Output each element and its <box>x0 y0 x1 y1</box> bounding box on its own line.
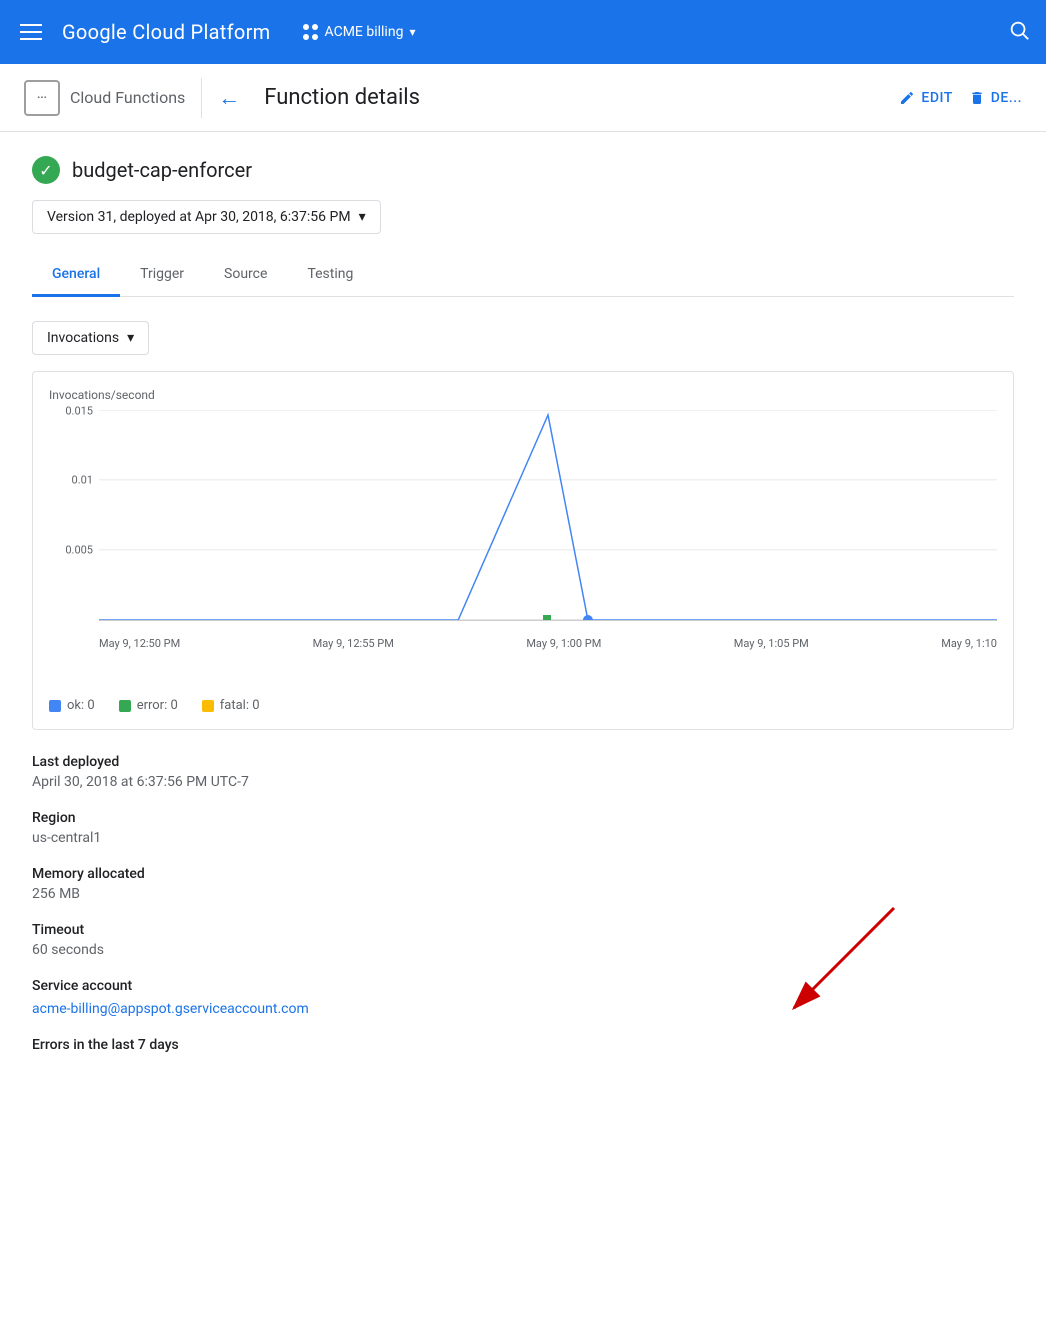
legend-ok-color <box>49 700 61 712</box>
chart-svg <box>99 410 997 620</box>
version-dropdown[interactable]: Version 31, deployed at Apr 30, 2018, 6:… <box>32 200 381 234</box>
delete-button[interactable]: DE... <box>969 90 1022 106</box>
function-header: ✓ budget-cap-enforcer <box>32 156 1014 184</box>
region-item: Region us-central1 <box>32 810 1014 846</box>
page-title: Function details <box>264 85 420 110</box>
service-account-item: Service account acme-billing@appspot.gse… <box>32 978 1014 1017</box>
top-nav: Google Cloud Platform ACME billing ▾ <box>0 0 1046 64</box>
function-name: budget-cap-enforcer <box>72 158 252 182</box>
x-label-1255: May 9, 12:55 PM <box>313 637 394 650</box>
sub-header: ··· Cloud Functions ← Function details E… <box>0 64 1046 132</box>
tab-general[interactable]: General <box>32 254 120 297</box>
billing-dots-icon <box>303 24 319 40</box>
tab-testing[interactable]: Testing <box>287 254 373 297</box>
x-label-110: May 9, 1:10 <box>941 637 997 650</box>
search-icon[interactable] <box>1008 19 1030 46</box>
last-deployed-value: April 30, 2018 at 6:37:56 PM UTC-7 <box>32 774 1014 790</box>
cloud-functions-icon: ··· <box>24 80 60 116</box>
timeout-label: Timeout <box>32 922 1014 938</box>
legend-error-color <box>119 700 131 712</box>
last-deployed-label: Last deployed <box>32 754 1014 770</box>
chart-area: 0.015 0.01 0.005 <box>49 410 997 650</box>
version-chevron-icon: ▾ <box>359 209 366 225</box>
billing-name: ACME billing <box>325 24 404 40</box>
memory-label: Memory allocated <box>32 866 1014 882</box>
legend-fatal: fatal: 0 <box>202 698 260 713</box>
legend-fatal-label: fatal: 0 <box>220 698 260 713</box>
tab-source[interactable]: Source <box>204 254 287 297</box>
x-label-100: May 9, 1:00 PM <box>526 637 601 650</box>
edit-button[interactable]: EDIT <box>899 90 952 106</box>
edit-icon <box>899 90 915 106</box>
delete-icon <box>969 90 985 106</box>
legend-ok: ok: 0 <box>49 698 95 713</box>
delete-label: DE... <box>991 90 1022 106</box>
chart-legend: ok: 0 error: 0 fatal: 0 <box>49 690 997 713</box>
region-value: us-central1 <box>32 830 1014 846</box>
errors-item: Errors in the last 7 days <box>32 1037 1014 1053</box>
billing-selector[interactable]: ACME billing ▾ <box>303 24 416 40</box>
y-label-010: 0.01 <box>72 474 93 487</box>
info-section: Last deployed April 30, 2018 at 6:37:56 … <box>32 754 1014 1053</box>
legend-fatal-color <box>202 700 214 712</box>
invocations-chevron-icon: ▾ <box>127 330 134 346</box>
memory-item: Memory allocated 256 MB <box>32 866 1014 902</box>
invocations-dropdown[interactable]: Invocations ▾ <box>32 321 149 355</box>
legend-error-label: error: 0 <box>137 698 178 713</box>
tab-trigger[interactable]: Trigger <box>120 254 204 297</box>
timeout-value: 60 seconds <box>32 942 1014 958</box>
main-content: ✓ budget-cap-enforcer Version 31, deploy… <box>0 132 1046 1331</box>
y-label-005: 0.005 <box>65 543 93 556</box>
last-deployed-item: Last deployed April 30, 2018 at 6:37:56 … <box>32 754 1014 790</box>
version-label: Version 31, deployed at Apr 30, 2018, 6:… <box>47 209 351 225</box>
brand-area: ··· Cloud Functions <box>24 80 185 116</box>
red-arrow-svg <box>714 898 934 1028</box>
tabs-bar: General Trigger Source Testing <box>32 254 1014 297</box>
memory-value: 256 MB <box>32 886 1014 902</box>
legend-ok-label: ok: 0 <box>67 698 95 713</box>
errors-label: Errors in the last 7 days <box>32 1037 1014 1053</box>
back-button[interactable]: ← <box>218 85 240 111</box>
brand-name: Cloud Functions <box>70 88 185 107</box>
annotation-arrow <box>714 898 934 1032</box>
brand-icon-text: ··· <box>37 91 47 104</box>
service-account-label: Service account <box>32 978 1014 994</box>
app-title: Google Cloud Platform <box>62 20 271 44</box>
menu-icon[interactable] <box>16 20 46 44</box>
timeout-item: Timeout 60 seconds <box>32 922 1014 958</box>
chart-y-axis-label: Invocations/second <box>49 388 997 402</box>
x-label-105: May 9, 1:05 PM <box>734 637 809 650</box>
y-label-015: 0.015 <box>65 405 93 418</box>
chevron-down-icon: ▾ <box>409 25 415 39</box>
x-label-1250: May 9, 12:50 PM <box>99 637 180 650</box>
chart-container: Invocations/second 0.015 0.01 0.005 <box>32 371 1014 730</box>
header-actions: EDIT DE... <box>899 90 1022 106</box>
header-divider <box>201 78 202 118</box>
legend-error: error: 0 <box>119 698 178 713</box>
status-icon: ✓ <box>32 156 60 184</box>
invocations-label: Invocations <box>47 330 119 346</box>
edit-label: EDIT <box>921 90 952 106</box>
service-account-link[interactable]: acme-billing@appspot.gserviceaccount.com <box>32 1001 309 1017</box>
region-label: Region <box>32 810 1014 826</box>
